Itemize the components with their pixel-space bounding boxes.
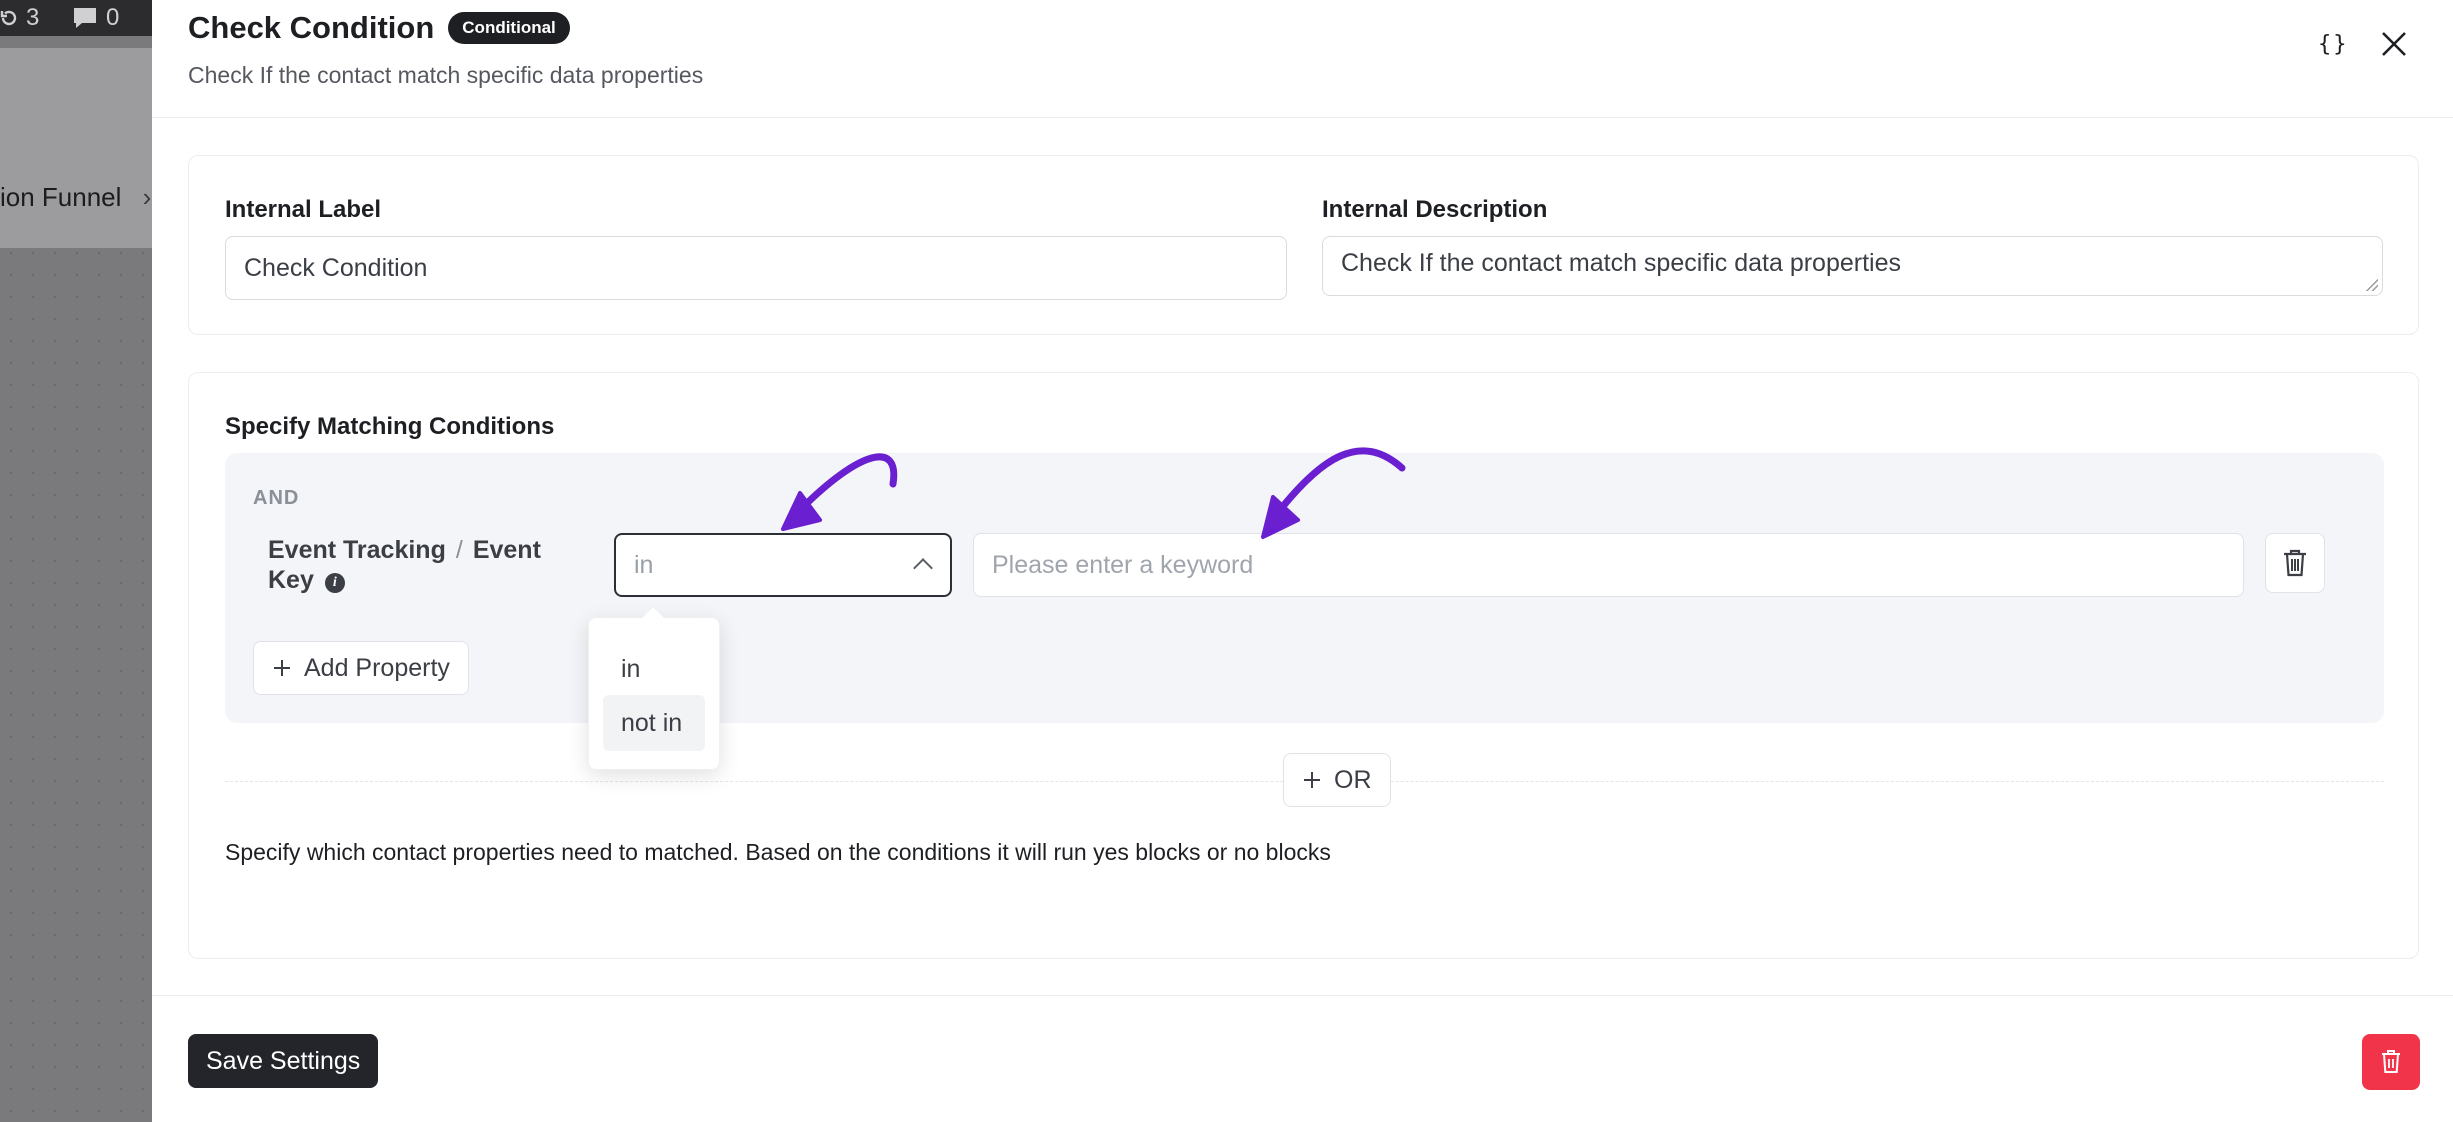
add-property-label: Add Property (304, 653, 450, 682)
add-property-button[interactable]: Add Property (253, 641, 469, 695)
drawer-footer: Save Settings (152, 995, 2453, 1122)
group-operator-label: AND (253, 487, 300, 509)
conditions-card: Specify Matching Conditions AND Event Tr… (188, 372, 2419, 959)
internal-label-title: Internal Label (225, 196, 382, 223)
save-settings-button[interactable]: Save Settings (188, 1034, 379, 1088)
comment-icon (74, 8, 96, 28)
property-group-label: Event Tracking (268, 536, 446, 564)
drawer-subtitle: Check If the contact match specific data… (188, 62, 704, 88)
internal-label-input[interactable]: Check Condition (225, 236, 1287, 300)
drawer-title: Check Condition (188, 10, 435, 45)
operator-dropdown-menu: in not in (588, 605, 720, 770)
braces-icon[interactable]: {} (2318, 32, 2349, 57)
background-topbar: 3 0 (0, 0, 152, 36)
info-icon[interactable]: i (324, 573, 345, 593)
keyword-input[interactable]: Please enter a keyword (973, 533, 2244, 597)
condition-property-name: Event Tracking / Event Key i (268, 535, 568, 595)
close-icon[interactable] (2380, 30, 2408, 65)
settings-drawer: Check Condition Conditional Check If the… (152, 0, 2453, 1122)
type-badge: Conditional (448, 12, 570, 44)
conditions-section-title: Specify Matching Conditions (225, 413, 555, 440)
add-or-group-button[interactable]: OR (1283, 753, 1391, 807)
background-stat-comments: 0 (72, 4, 119, 32)
or-label: OR (1334, 765, 1372, 794)
resize-grip-icon[interactable] (2366, 279, 2378, 291)
refresh-icon (0, 10, 17, 26)
conditions-help-text: Specify which contact properties need to… (225, 839, 1331, 865)
background-header (0, 48, 152, 248)
condition-group: AND Event Tracking / Event Key i in Please… (225, 453, 2384, 723)
trash-icon (2284, 549, 2306, 577)
property-separator: / (455, 536, 463, 564)
operator-select[interactable]: in (614, 533, 952, 597)
delete-block-button[interactable] (2362, 1034, 2420, 1090)
internal-description-textarea[interactable]: Check If the contact match specific data… (1322, 236, 2383, 296)
internal-description-value: Check If the contact match specific data… (1341, 249, 1901, 277)
background-stat-runs: 3 (0, 4, 39, 32)
remove-condition-button[interactable] (2265, 533, 2325, 593)
operator-option-not-in[interactable]: not in (603, 695, 705, 751)
background-funnel-breadcrumb: ion Funnel › (0, 182, 151, 213)
drawer-header: Check Condition Conditional Check If the… (152, 0, 2453, 118)
background-stat-2-count: 0 (106, 4, 120, 31)
plus-icon (274, 660, 290, 676)
plus-icon (1304, 772, 1320, 788)
chevron-right-icon: › (142, 182, 152, 212)
chevron-up-icon (913, 558, 933, 578)
internal-description-title: Internal Description (1322, 196, 1548, 223)
basic-info-card: Internal Label Check Condition Internal … (188, 155, 2419, 335)
trash-icon (2382, 1050, 2400, 1073)
operator-option-in[interactable]: in (603, 641, 705, 697)
background-funnel-label: ion Funnel (0, 182, 122, 212)
background-stat-1-count: 3 (26, 4, 40, 31)
title-row: Check Condition Conditional (188, 10, 570, 46)
operator-select-value: in (634, 550, 654, 579)
